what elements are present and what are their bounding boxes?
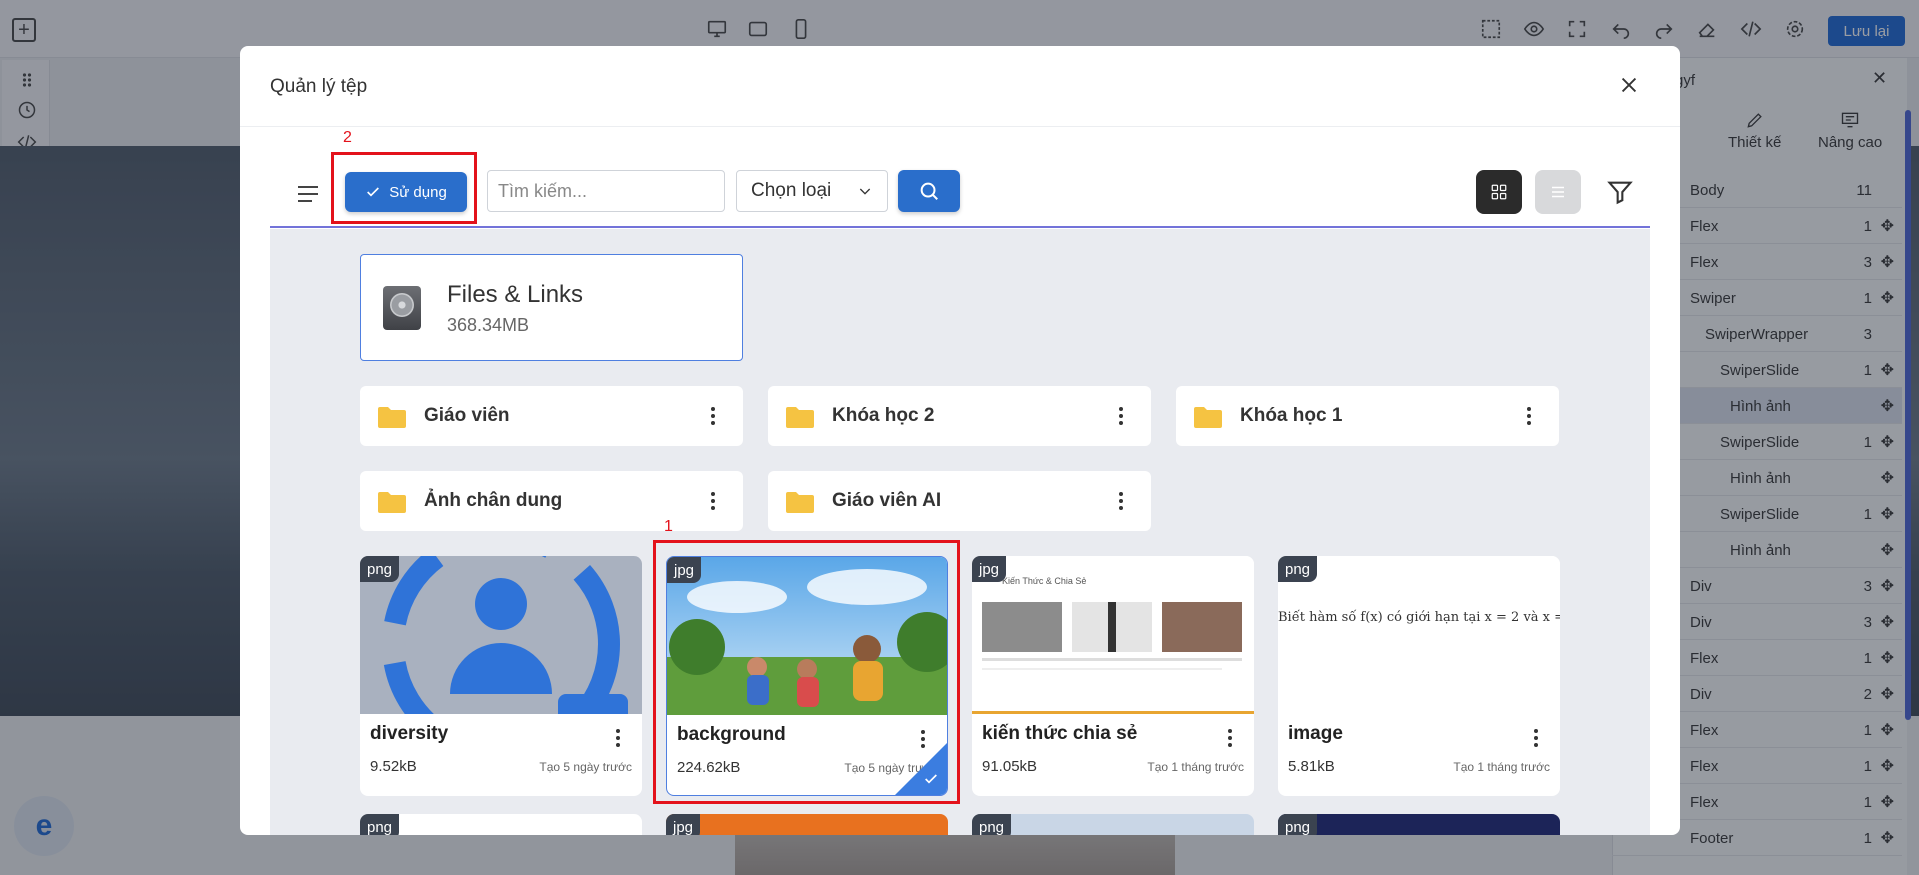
grid-view-button[interactable] — [1476, 170, 1522, 214]
thumbnail-heading: Kiến Thức & Chia Sẻ — [1002, 576, 1087, 586]
file-thumbnail: Biết hàm số f(x) có giới hạn tại x = 2 v… — [1278, 556, 1560, 714]
file-toolbar: Sử dụng Chọn loại — [270, 156, 1650, 228]
storage-size: 368.34MB — [447, 315, 530, 335]
list-icon — [1552, 186, 1564, 198]
file-type-badge: png — [360, 814, 400, 835]
file-type-badge: jpg — [972, 556, 1007, 582]
filter-icon — [1607, 181, 1633, 205]
file-type-badge: png — [1278, 814, 1318, 835]
folder-name: Khóa học 2 — [832, 405, 935, 426]
search-input[interactable] — [487, 170, 725, 212]
folder-name: Khóa học 1 — [1240, 405, 1343, 426]
folder-icon — [378, 407, 406, 428]
more-options-icon[interactable] — [701, 487, 725, 515]
more-options-icon[interactable] — [1220, 724, 1240, 752]
type-select-label: Chọn loại — [751, 180, 832, 201]
modal-close-button[interactable] — [1612, 68, 1646, 102]
annotation-number-1: 1 — [664, 518, 673, 535]
file-size: 5.81kB — [1288, 758, 1335, 775]
file-name: kiến thức chia sẻ — [982, 723, 1138, 744]
annotation-box-2 — [331, 152, 477, 224]
folder-item[interactable]: Khóa học 2 — [768, 386, 1151, 446]
file-card-partial[interactable]: jpg — [666, 814, 948, 835]
file-name: diversity — [370, 723, 449, 744]
more-options-icon[interactable] — [1109, 402, 1133, 430]
file-content-area: Files & Links 368.34MB Giáo viên Khóa họ… — [270, 229, 1650, 835]
storage-card[interactable]: Files & Links 368.34MB — [360, 254, 743, 361]
file-date: Tạo 1 tháng trước — [1453, 760, 1550, 774]
file-card-partial[interactable]: png — [360, 814, 642, 835]
folder-icon — [378, 492, 406, 513]
file-type-badge: png — [972, 814, 1012, 835]
folder-name: Ảnh chân dung — [424, 490, 563, 511]
file-type-badge: png — [1278, 556, 1318, 582]
file-size: 9.52kB — [370, 758, 417, 775]
file-card[interactable]: Kiến Thức & Chia Sẻ jpg kiến thức chia s… — [972, 556, 1254, 796]
search-icon — [920, 182, 938, 200]
search-button[interactable] — [898, 170, 960, 212]
folder-icon — [786, 492, 814, 513]
list-view-button[interactable] — [1535, 170, 1581, 214]
file-thumbnail — [360, 556, 642, 714]
folder-item[interactable]: Giáo viên AI — [768, 471, 1151, 531]
chevron-down-icon — [859, 188, 871, 195]
file-card[interactable]: Biết hàm số f(x) có giới hạn tại x = 2 v… — [1278, 556, 1560, 796]
annotation-number-2: 2 — [343, 129, 352, 146]
filter-button[interactable] — [1603, 174, 1637, 210]
more-options-icon[interactable] — [701, 402, 725, 430]
file-date: Tạo 5 ngày trước — [539, 760, 632, 774]
type-select[interactable]: Chọn loại — [736, 170, 888, 212]
file-card-partial[interactable]: png — [972, 814, 1254, 835]
more-options-icon[interactable] — [1526, 724, 1546, 752]
file-card[interactable]: png diversity 9.52kB Tạo 5 ngày trước — [360, 556, 642, 796]
hard-drive-icon — [383, 286, 421, 330]
file-size: 91.05kB — [982, 758, 1038, 775]
file-type-badge: png — [360, 556, 400, 582]
close-icon — [1621, 77, 1637, 93]
folder-icon — [786, 407, 814, 428]
folder-name: Giáo viên AI — [832, 490, 942, 511]
storage-name: Files & Links — [447, 281, 584, 308]
folder-name: Giáo viên — [424, 405, 510, 426]
file-name: image — [1288, 723, 1343, 744]
menu-icon[interactable] — [296, 184, 320, 209]
folder-item[interactable]: Ảnh chân dung — [360, 471, 743, 531]
grid-icon — [1491, 184, 1507, 200]
file-type-badge: jpg — [666, 814, 701, 835]
folder-item[interactable]: Giáo viên — [360, 386, 743, 446]
folder-item[interactable]: Khóa học 1 — [1176, 386, 1559, 446]
file-date: Tạo 1 tháng trước — [1147, 760, 1244, 774]
more-options-icon[interactable] — [1517, 402, 1541, 430]
more-options-icon[interactable] — [608, 724, 628, 752]
more-options-icon[interactable] — [1109, 487, 1133, 515]
file-card-partial[interactable]: png — [1278, 814, 1560, 835]
thumbnail-formula: Biết hàm số f(x) có giới hạn tại x = 2 v… — [1278, 610, 1560, 625]
annotation-box-1 — [653, 540, 960, 804]
modal-title: Quản lý tệp — [270, 76, 368, 97]
modal-divider — [240, 126, 1680, 127]
folder-icon — [1194, 407, 1222, 428]
file-thumbnail: Kiến Thức & Chia Sẻ — [972, 556, 1254, 714]
